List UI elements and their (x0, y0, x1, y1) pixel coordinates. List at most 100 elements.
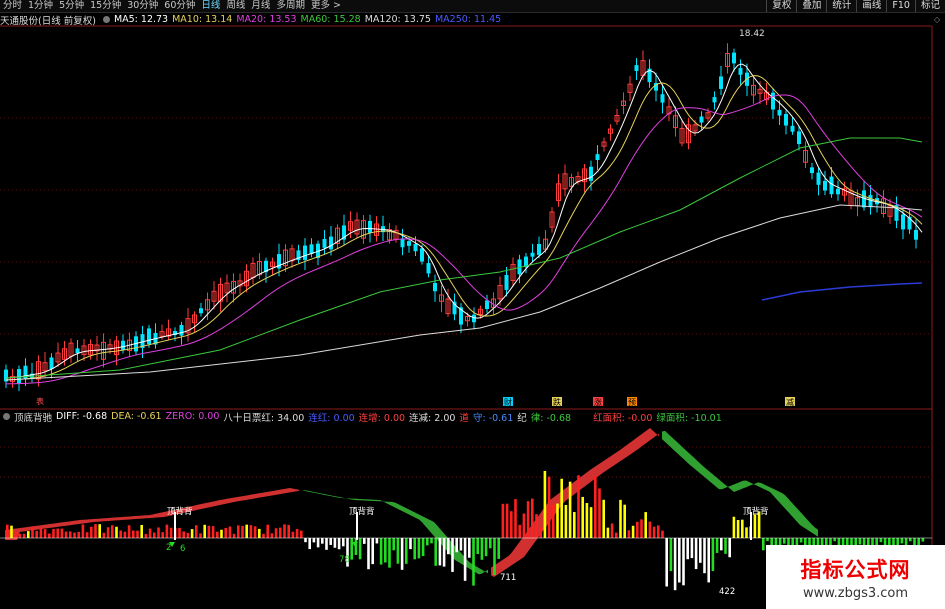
macd-bar (111, 525, 114, 538)
macd-bar (211, 526, 215, 538)
macd-bar (463, 538, 467, 581)
macd-bar (552, 504, 555, 538)
macd-bar (459, 538, 463, 551)
candle-down (407, 241, 411, 246)
macd-bar (337, 538, 341, 550)
macd-bar (564, 504, 568, 538)
macd-bar (539, 527, 542, 538)
macd-bar (669, 538, 673, 572)
left-marker: 表 (36, 396, 44, 406)
indicator-name[interactable]: 顶底背驰 (14, 410, 52, 424)
event-marker-text: 预 (628, 397, 636, 407)
hongmianji-value: 红面积: -0.00 (593, 412, 653, 424)
macd-bar (468, 538, 471, 558)
macd-bar (39, 527, 43, 538)
macd-bar (186, 532, 190, 538)
macd-bar (363, 538, 366, 544)
macd-bar (6, 524, 9, 538)
macd-bar (18, 533, 22, 538)
macd-bar (543, 470, 547, 538)
kline-chart[interactable]: ◇ 财跌涨预减 顶背背 顶背背 顶背背2 678711422 18.42 表 (0, 0, 945, 609)
candle-down (433, 282, 437, 292)
candle-down (329, 236, 333, 250)
macd-bar (312, 538, 316, 543)
macd-bar (199, 533, 202, 538)
macd-bar (232, 533, 236, 538)
macd-bar (783, 538, 786, 544)
macd-bar (52, 529, 55, 538)
stock-title[interactable]: 天通股份(日线 前复权) (0, 13, 96, 27)
macd-bar (438, 538, 442, 566)
event-marker-text: 涨 (594, 397, 602, 407)
macd-bar (342, 538, 345, 547)
divergence-label: 顶背背 (743, 506, 769, 517)
macd-bar (602, 499, 605, 538)
macd-bar (447, 538, 450, 555)
macd-bar (132, 530, 135, 538)
candle-down (810, 167, 814, 174)
macd-bar (195, 525, 198, 538)
ma20-value: MA20: 13.53 (236, 14, 297, 25)
candle-down (504, 274, 509, 290)
macd-bar (69, 531, 72, 538)
candle-down (777, 109, 782, 116)
macd-bar (417, 538, 421, 559)
candle-down (400, 238, 405, 248)
macd-bar (119, 530, 122, 538)
macd-bar (736, 520, 740, 538)
candle-down (537, 243, 541, 255)
indicator-settings-icon[interactable] (3, 413, 10, 420)
macd-bar (640, 519, 643, 538)
candle-down (121, 340, 125, 350)
macd-bar (203, 524, 206, 538)
candle-down (868, 195, 873, 208)
macd-bar (585, 503, 589, 538)
macd-bar (90, 526, 93, 538)
macd-bar (27, 531, 30, 538)
candle-down (322, 238, 327, 248)
macd-bar (745, 527, 748, 538)
macd-bar (699, 538, 702, 563)
watermark-title: 指标公式网 (800, 557, 911, 582)
settings-icon[interactable] (102, 16, 110, 23)
macd-bar (375, 538, 379, 544)
macd-bar (367, 538, 370, 570)
macd-bar (287, 524, 290, 538)
lv-value: 律: -0.68 (530, 412, 572, 424)
macd-bar (409, 538, 412, 550)
macd-bar (610, 523, 614, 538)
dao-value: 道 (459, 412, 469, 424)
lvmianji-value: 绿面积: -10.01 (656, 412, 722, 424)
candle-down (699, 116, 704, 123)
macd-bar (304, 538, 307, 543)
divergence-count: 6 (180, 544, 185, 554)
ma250-line (761, 282, 923, 301)
macd-bar (144, 533, 148, 538)
macd-bar (556, 503, 559, 538)
high-price-label: 18.42 (739, 29, 765, 39)
macd-bar (405, 538, 408, 564)
event-marker-text: 跌 (553, 397, 561, 407)
macd-bar (661, 530, 664, 538)
macd-bar (497, 538, 500, 559)
macd-bar (522, 513, 526, 538)
macd-bar (169, 527, 173, 538)
candle-down (738, 68, 743, 75)
ma60-value: MA60: 15.28 (300, 14, 361, 25)
macd-bar (476, 538, 479, 555)
macd-bar (799, 538, 803, 543)
ma5-value: MA5: 12.73 (113, 14, 169, 25)
macd-bar (547, 476, 551, 538)
lianjian-value: 连减: 2.00 (409, 412, 456, 424)
macd-bar (216, 531, 219, 538)
macd-bar (493, 538, 496, 576)
macd-bar (325, 538, 328, 550)
macd-bar (136, 530, 139, 538)
candle-down (485, 300, 489, 310)
macd-bar (333, 538, 337, 548)
candle-down (901, 214, 905, 230)
macd-bar (148, 528, 152, 538)
macd-bar (123, 531, 127, 538)
macd-bar (686, 538, 689, 560)
macd-bar (350, 538, 353, 560)
